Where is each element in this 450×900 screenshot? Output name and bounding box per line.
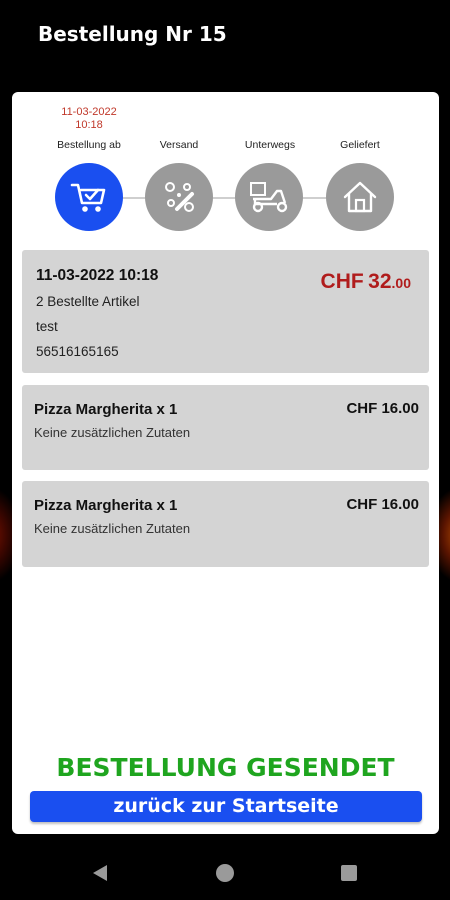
home-icon bbox=[343, 181, 377, 213]
step-label-geliefert: Geliefert bbox=[340, 139, 380, 151]
back-icon[interactable] bbox=[93, 865, 107, 881]
step-timestamp: 11-03-2022 10:18 bbox=[42, 106, 136, 132]
step-versand bbox=[145, 163, 213, 231]
item-extras: Keine zusätzlichen Zutaten bbox=[34, 425, 191, 440]
page-title: Bestellung Nr 15 bbox=[38, 22, 227, 46]
step-unterwegs bbox=[235, 163, 303, 231]
order-progress-tracker: 11-03-2022 10:18 Bestellung ab Versand U… bbox=[12, 92, 439, 242]
order-item: Pizza Margherita x 1 CHF 16.00 Keine zus… bbox=[22, 385, 429, 470]
pizza-cutter-icon bbox=[165, 182, 194, 212]
customer-name: test bbox=[36, 319, 58, 334]
step-bestellung bbox=[55, 163, 123, 231]
order-card: 11-03-2022 10:18 Bestellung ab Versand U… bbox=[12, 92, 439, 834]
order-datetime: 11-03-2022 10:18 bbox=[36, 267, 159, 284]
step-geliefert bbox=[326, 163, 394, 231]
step-date: 11-03-2022 bbox=[61, 106, 117, 118]
back-to-home-button[interactable]: zurück zur Startseite bbox=[30, 791, 422, 822]
recents-icon[interactable] bbox=[341, 865, 357, 881]
step-label-versand: Versand bbox=[159, 139, 199, 151]
total-decimal: .00 bbox=[391, 275, 411, 291]
app-bar: Bestellung Nr 15 bbox=[0, 0, 450, 70]
order-item-count: 2 Bestellte Artikel bbox=[36, 294, 140, 309]
order-status-message: BESTELLUNG GESENDET bbox=[56, 753, 395, 782]
item-extras: Keine zusätzlichen Zutaten bbox=[34, 521, 191, 536]
delivery-scooter-icon bbox=[250, 182, 288, 213]
item-name: Pizza Margherita x 1 bbox=[34, 401, 178, 418]
total-currency: CHF bbox=[320, 270, 364, 293]
customer-phone: 56516165165 bbox=[36, 344, 119, 359]
item-price: CHF 16.00 bbox=[346, 496, 419, 513]
order-total: CHF 32.00 bbox=[321, 270, 411, 294]
item-price: CHF 16.00 bbox=[346, 400, 419, 417]
item-name: Pizza Margherita x 1 bbox=[34, 497, 178, 514]
order-summary: 11-03-2022 10:18 2 Bestellte Artikel tes… bbox=[22, 250, 429, 373]
home-circle-icon[interactable] bbox=[216, 864, 234, 882]
cart-check-icon bbox=[70, 183, 106, 212]
step-time: 10:18 bbox=[75, 119, 103, 131]
system-navigation-bar bbox=[0, 845, 450, 900]
step-label-unterwegs: Unterwegs bbox=[244, 139, 296, 151]
total-integer: 32 bbox=[368, 270, 392, 293]
progress-line bbox=[90, 197, 360, 199]
step-label-bestellung: Bestellung ab bbox=[57, 139, 121, 151]
order-item: Pizza Margherita x 1 CHF 16.00 Keine zus… bbox=[22, 481, 429, 567]
